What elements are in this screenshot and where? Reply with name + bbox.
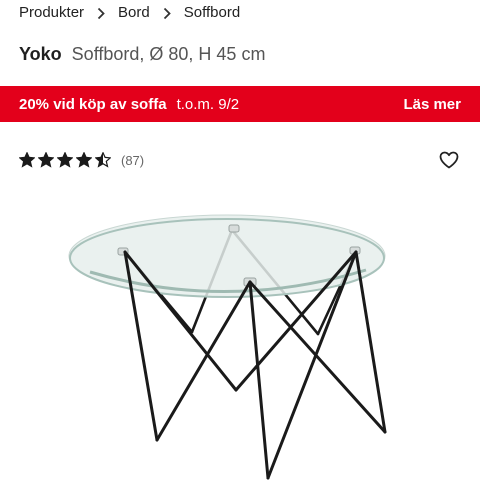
breadcrumb-item-produkter[interactable]: Produkter [19,4,84,21]
breadcrumb: Produkter Bord Soffbord [19,0,240,24]
breadcrumb-item-bord[interactable]: Bord [118,4,150,21]
star-icon [57,152,73,168]
promo-banner[interactable]: 20% vid köp av soffa t.o.m. 9/2 Läs mer [0,86,480,122]
heart-outline-icon [439,151,459,169]
star-icon [76,152,92,168]
chevron-right-icon [150,4,184,20]
promo-text: 20% vid köp av soffa t.o.m. 9/2 [19,96,239,113]
product-description: Soffbord, Ø 80, H 45 cm [71,44,266,64]
rating-summary[interactable]: (87) [19,152,144,168]
star-icon [19,152,35,168]
promo-date: t.o.m. 9/2 [176,95,240,113]
star-rating [19,152,111,168]
coffee-table-illustration [68,214,387,480]
read-more-link[interactable]: Läs mer [403,96,461,113]
review-count: (87) [121,152,145,168]
breadcrumb-item-soffbord[interactable]: Soffbord [184,4,240,21]
promo-offer: 20% vid köp av soffa [19,95,167,113]
chevron-right-icon [84,4,118,20]
product-brand: Yoko [19,44,62,64]
page-title: Yoko Soffbord, Ø 80, H 45 cm [19,44,265,65]
favorite-button[interactable] [437,148,461,172]
product-image[interactable] [0,195,480,480]
product-page: Produkter Bord Soffbord Yoko Soffbord, Ø… [0,0,480,480]
star-icon [95,152,111,168]
rating-row: (87) [19,148,461,172]
star-icon [38,152,54,168]
